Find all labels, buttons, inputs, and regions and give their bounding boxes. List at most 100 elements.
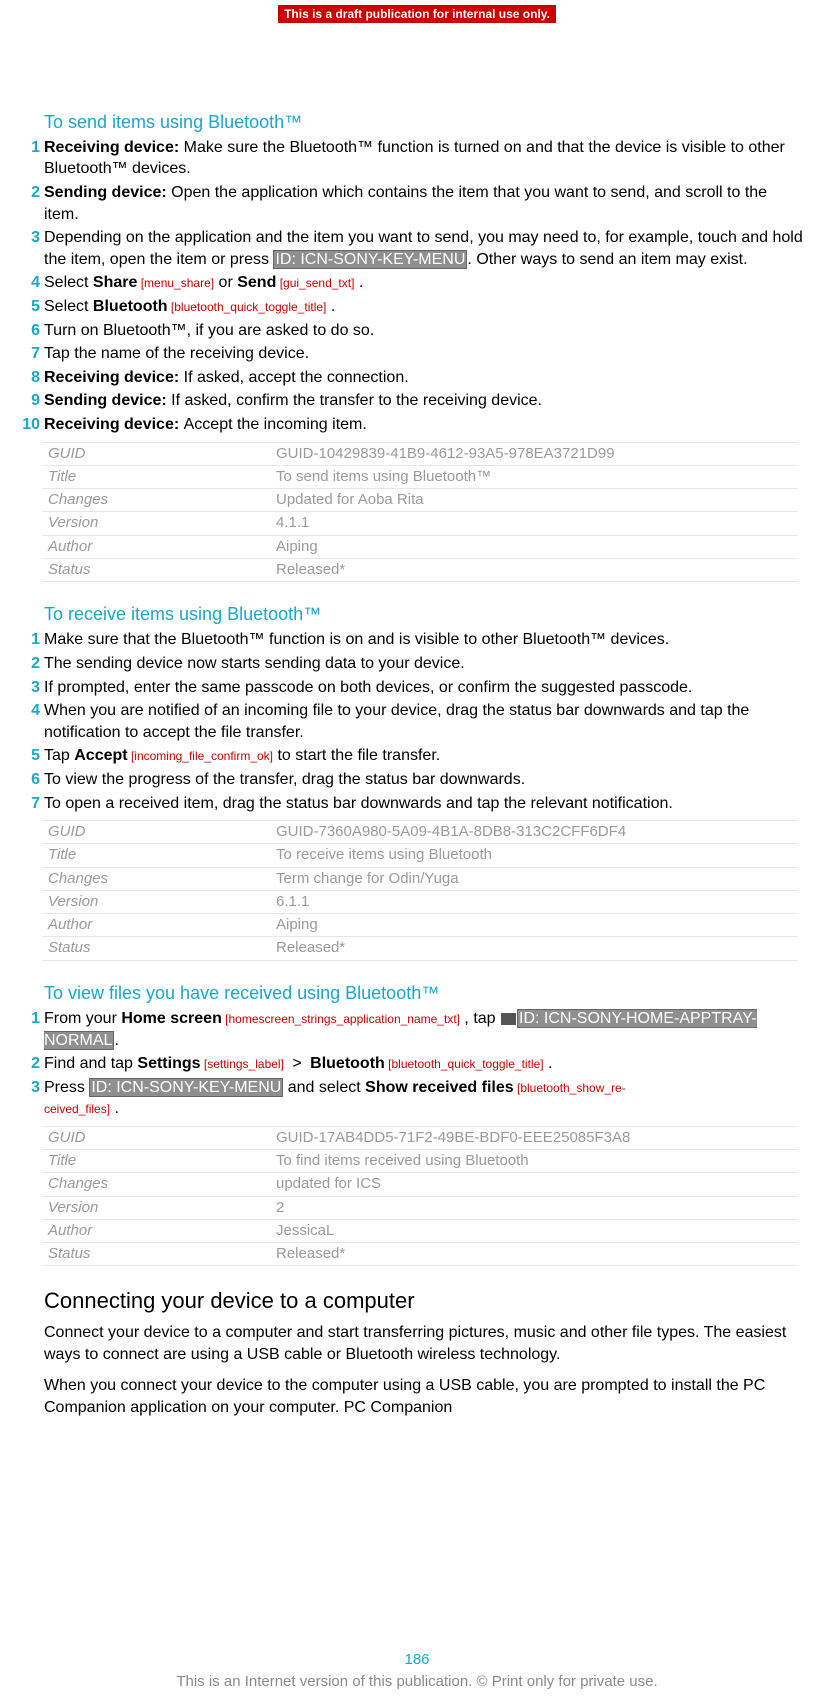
step-receive-6: To view the progress of the transfer, dr… — [28, 769, 806, 791]
step-text: Tap — [44, 747, 74, 764]
meta-key: GUID — [42, 821, 270, 844]
body-paragraph: When you connect your device to the comp… — [44, 1375, 806, 1418]
step-send-8: Receiving device: If asked, accept the c… — [28, 367, 806, 389]
ref: [gui_send_txt] — [276, 276, 354, 290]
step-text: Tap the name of the receiving device. — [44, 345, 309, 362]
step-text: Turn on Bluetooth™, if you are asked to … — [44, 322, 374, 339]
step-text: . — [544, 1055, 553, 1072]
step-send-4: Select Share [menu_share] or Send [gui_s… — [28, 272, 806, 294]
footer-text: This is an Internet version of this publ… — [0, 1672, 834, 1692]
meta-value: Released* — [270, 1243, 798, 1266]
label-home-screen: Home screen — [121, 1010, 222, 1027]
meta-key: Status — [42, 1243, 270, 1266]
step-send-5: Select Bluetooth [bluetooth_quick_toggle… — [28, 296, 806, 318]
meta-key: Changes — [42, 1173, 270, 1196]
meta-key: Status — [42, 558, 270, 581]
meta-key: Version — [42, 1196, 270, 1219]
meta-row: StatusReleased* — [42, 937, 798, 960]
label-send: Send — [237, 274, 276, 291]
ref: [incoming_file_confirm_ok] — [128, 749, 273, 763]
step-text: If prompted, enter the same passcode on … — [44, 679, 692, 696]
label-accept: Accept — [74, 747, 127, 764]
step-text: . — [114, 1032, 118, 1049]
meta-key: GUID — [42, 1126, 270, 1149]
label-bluetooth: Bluetooth — [310, 1055, 385, 1072]
step-text: To view the progress of the transfer, dr… — [44, 771, 525, 788]
meta-value: JessicaL — [270, 1219, 798, 1242]
label-bluetooth: Bluetooth — [93, 298, 168, 315]
step-receive-2: The sending device now starts sending da… — [28, 653, 806, 675]
page-number: 186 — [0, 1650, 834, 1670]
meta-key: Changes — [42, 867, 270, 890]
meta-row: Version4.1.1 — [42, 512, 798, 535]
meta-key: Author — [42, 535, 270, 558]
meta-key: Title — [42, 1150, 270, 1173]
meta-value: Released* — [270, 558, 798, 581]
step-text: If asked, confirm the transfer to the re… — [171, 392, 542, 409]
meta-value: Aiping — [270, 914, 798, 937]
ref: [homescreen_strings_application_name_txt… — [222, 1012, 460, 1026]
meta-row: AuthorAiping — [42, 535, 798, 558]
meta-row: Changesupdated for ICS — [42, 1173, 798, 1196]
step-send-9: Sending device: If asked, confirm the tr… — [28, 390, 806, 412]
meta-table-send: GUIDGUID-10429839-41B9-4612-93A5-978EA37… — [42, 442, 798, 583]
meta-table-receive: GUIDGUID-7360A980-5A09-4B1A-8DB8-313C2CF… — [42, 820, 798, 961]
meta-value: To receive items using Bluetooth — [270, 844, 798, 867]
step-text: Press — [44, 1079, 89, 1096]
step-receive-4: When you are notified of an incoming fil… — [28, 700, 806, 743]
key-highlight: ID: ICN-SONY-KEY-MENU — [273, 250, 467, 269]
meta-value: GUID-10429839-41B9-4612-93A5-978EA3721D9… — [270, 442, 798, 465]
step-text: When you are notified of an incoming fil… — [44, 702, 749, 741]
step-prefix: Sending device: — [44, 392, 171, 409]
meta-value: GUID-17AB4DD5-71F2-49BE-BDF0-EEE25085F3A… — [270, 1126, 798, 1149]
meta-row: GUIDGUID-17AB4DD5-71F2-49BE-BDF0-EEE2508… — [42, 1126, 798, 1149]
ref: ceived_files] — [44, 1102, 110, 1116]
meta-row: AuthorJessicaL — [42, 1219, 798, 1242]
meta-value: 6.1.1 — [270, 890, 798, 913]
meta-row: ChangesUpdated for Aoba Rita — [42, 489, 798, 512]
step-text: If asked, accept the connection. — [184, 369, 409, 386]
step-send-10: Receiving device: Accept the incoming it… — [28, 414, 806, 436]
section-heading-send: To send items using Bluetooth™ — [44, 110, 806, 134]
meta-value: updated for ICS — [270, 1173, 798, 1196]
step-text: Select — [44, 274, 93, 291]
page-footer: 186 This is an Internet version of this … — [0, 1650, 834, 1693]
meta-key: Status — [42, 937, 270, 960]
step-text: . Other ways to send an item may exist. — [467, 251, 747, 268]
ref: [bluetooth_show_re- — [514, 1081, 626, 1095]
step-text: , tap — [460, 1010, 500, 1027]
meta-row: Version6.1.1 — [42, 890, 798, 913]
label-show-received: Show received files — [365, 1079, 514, 1096]
meta-value: 4.1.1 — [270, 512, 798, 535]
meta-table-view: GUIDGUID-17AB4DD5-71F2-49BE-BDF0-EEE2508… — [42, 1126, 798, 1267]
body-paragraph: Connect your device to a computer and st… — [44, 1322, 806, 1365]
step-prefix: Sending device: — [44, 184, 171, 201]
ref: [bluetooth_quick_toggle_title] — [168, 300, 327, 314]
meta-value: 2 — [270, 1196, 798, 1219]
step-send-6: Turn on Bluetooth™, if you are asked to … — [28, 320, 806, 342]
section-heading-receive: To receive items using Bluetooth™ — [44, 602, 806, 626]
meta-row: StatusReleased* — [42, 558, 798, 581]
meta-row: AuthorAiping — [42, 914, 798, 937]
steps-send: Receiving device: Make sure the Bluetoot… — [28, 137, 806, 436]
meta-key: Title — [42, 465, 270, 488]
step-view-3: Press ID: ICN-SONY-KEY-MENU and select S… — [28, 1077, 806, 1120]
meta-key: Author — [42, 914, 270, 937]
draft-banner-text: This is a draft publication for internal… — [278, 5, 556, 23]
step-receive-5: Tap Accept [incoming_file_confirm_ok] to… — [28, 745, 806, 767]
meta-value: Aiping — [270, 535, 798, 558]
step-text: Accept the incoming item. — [184, 416, 367, 433]
meta-row: GUIDGUID-10429839-41B9-4612-93A5-978EA37… — [42, 442, 798, 465]
meta-key: Title — [42, 844, 270, 867]
step-text: Find and tap — [44, 1055, 137, 1072]
step-text: The sending device now starts sending da… — [44, 655, 465, 672]
step-view-2: Find and tap Settings [settings_label] >… — [28, 1053, 806, 1075]
meta-value: To send items using Bluetooth™ — [270, 465, 798, 488]
step-text: to start the file transfer. — [273, 747, 440, 764]
meta-key: Author — [42, 1219, 270, 1242]
step-text: or — [214, 274, 237, 291]
step-text: Make sure that the Bluetooth™ function i… — [44, 631, 669, 648]
label-share: Share — [93, 274, 137, 291]
step-receive-1: Make sure that the Bluetooth™ function i… — [28, 629, 806, 651]
step-text: Select — [44, 298, 93, 315]
